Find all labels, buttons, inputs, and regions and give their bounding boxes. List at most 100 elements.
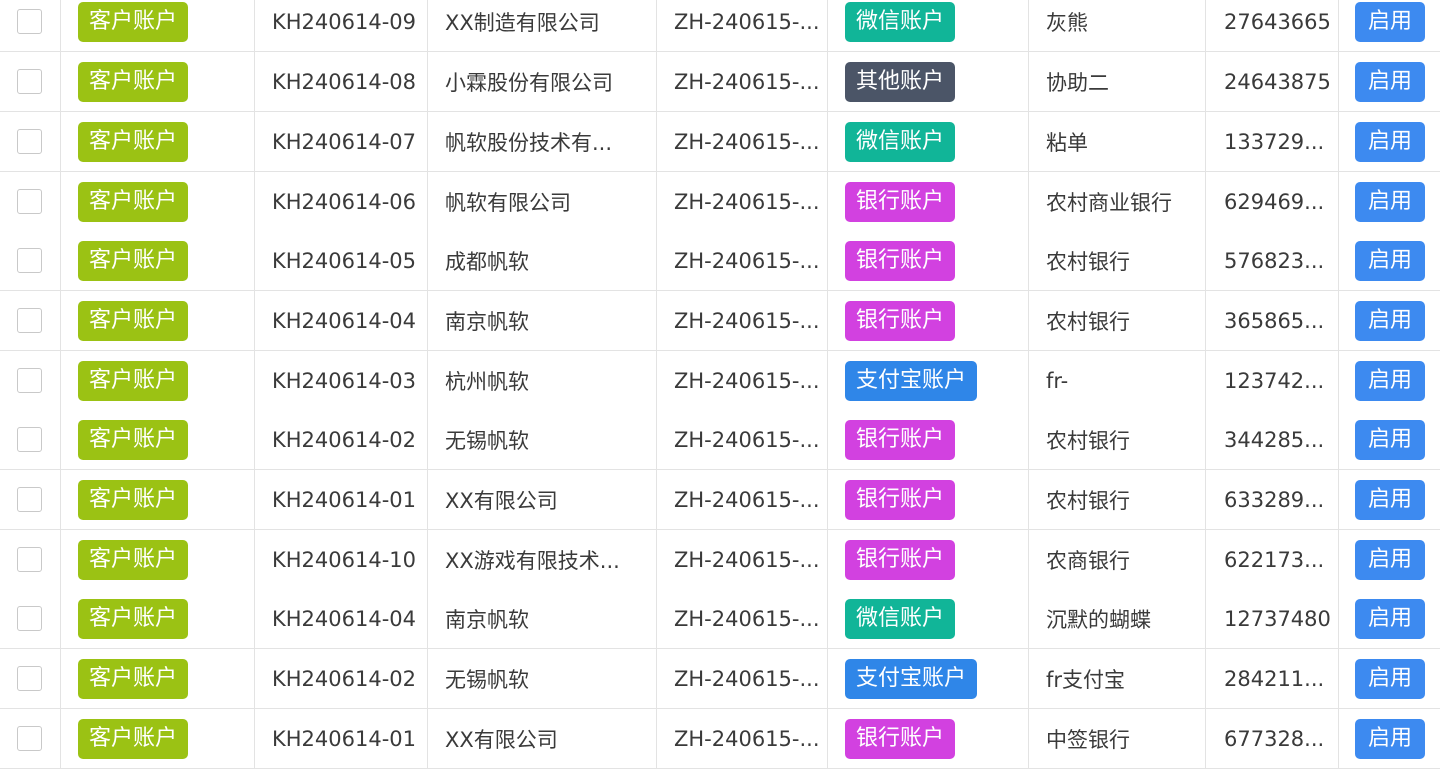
- account-kind-tag: 微信账户: [845, 1, 956, 42]
- action-cell: 启用: [1339, 410, 1440, 469]
- bank-name-cell: 农村银行: [1029, 231, 1206, 290]
- account-kind-tag: 银行账户: [845, 240, 956, 281]
- account-type-cell: 客户账户: [61, 709, 255, 768]
- row-checkbox-cell: [0, 112, 61, 171]
- bank-name-cell: 农村银行: [1029, 410, 1206, 469]
- customer-account-tag: 客户账户: [78, 718, 189, 759]
- table-row[interactable]: 客户账户 KH240614-01 XX有限公司 ZH-240615-... 银行…: [0, 709, 1440, 769]
- enable-button[interactable]: 启用: [1355, 1, 1426, 42]
- bank-name-cell: 协助二: [1029, 52, 1206, 111]
- customer-name-cell: 无锡帆软: [428, 649, 657, 708]
- row-checkbox[interactable]: [17, 308, 42, 333]
- enable-button[interactable]: 启用: [1355, 539, 1426, 580]
- customer-code-cell: KH240614-08: [255, 52, 428, 111]
- account-code-cell: ZH-240615-...: [657, 52, 828, 111]
- table-row[interactable]: 客户账户 KH240614-03 杭州帆软 ZH-240615-... 支付宝账…: [0, 351, 1440, 411]
- enable-button[interactable]: 启用: [1355, 121, 1426, 162]
- account-number: 622173...: [1224, 547, 1325, 572]
- account-number: 284211...: [1224, 666, 1325, 691]
- table-row[interactable]: 客户账户 KH240614-05 成都帆软 ZH-240615-... 银行账户…: [0, 231, 1440, 291]
- customer-code-cell: KH240614-02: [255, 410, 428, 469]
- bank-name: fr支付宝: [1046, 667, 1126, 692]
- bank-name: 农村商业银行: [1046, 190, 1172, 215]
- customer-code-cell: KH240614-04: [255, 589, 428, 648]
- action-cell: 启用: [1339, 231, 1440, 290]
- customer-code-cell: KH240614-02: [255, 649, 428, 708]
- enable-button[interactable]: 启用: [1355, 479, 1426, 520]
- account-code: ZH-240615-...: [674, 189, 820, 214]
- customer-name-cell: XX游戏有限技术...: [428, 530, 657, 589]
- table-row[interactable]: 客户账户 KH240614-09 XX制造有限公司 ZH-240615-... …: [0, 0, 1440, 52]
- account-number: 633289...: [1224, 487, 1325, 512]
- bank-name: 协助二: [1046, 70, 1109, 95]
- customer-name: XX游戏有限技术...: [445, 548, 620, 573]
- account-code: ZH-240615-...: [674, 726, 820, 751]
- account-code-cell: ZH-240615-...: [657, 470, 828, 529]
- table-row[interactable]: 客户账户 KH240614-04 南京帆软 ZH-240615-... 银行账户…: [0, 291, 1440, 351]
- table-row[interactable]: 客户账户 KH240614-02 无锡帆软 ZH-240615-... 银行账户…: [0, 410, 1440, 470]
- enable-button[interactable]: 启用: [1355, 300, 1426, 341]
- table-row[interactable]: 客户账户 KH240614-04 南京帆软 ZH-240615-... 微信账户…: [0, 589, 1440, 649]
- enable-button[interactable]: 启用: [1355, 718, 1426, 759]
- customer-name: 帆软有限公司: [445, 190, 571, 215]
- customer-code-cell: KH240614-07: [255, 112, 428, 171]
- bank-name: 粘单: [1046, 130, 1088, 155]
- row-checkbox[interactable]: [17, 606, 42, 631]
- account-code-cell: ZH-240615-...: [657, 291, 828, 350]
- account-code: ZH-240615-...: [674, 129, 820, 154]
- customer-name: XX有限公司: [445, 488, 558, 513]
- table-row[interactable]: 客户账户 KH240614-07 帆软股份技术有... ZH-240615-..…: [0, 112, 1440, 172]
- table-row[interactable]: 客户账户 KH240614-06 帆软有限公司 ZH-240615-... 银行…: [0, 172, 1440, 232]
- action-cell: 启用: [1339, 589, 1440, 648]
- enable-button[interactable]: 启用: [1355, 240, 1426, 281]
- account-kind-tag: 银行账户: [845, 718, 956, 759]
- row-checkbox-cell: [0, 649, 61, 708]
- table-row[interactable]: 客户账户 KH240614-08 小霖股份有限公司 ZH-240615-... …: [0, 52, 1440, 112]
- account-code: ZH-240615-...: [674, 547, 820, 572]
- customer-code-cell: KH240614-03: [255, 351, 428, 410]
- enable-button[interactable]: 启用: [1355, 598, 1426, 639]
- row-checkbox[interactable]: [17, 547, 42, 572]
- account-number-cell: 344285...: [1206, 410, 1339, 469]
- table-row[interactable]: 客户账户 KH240614-10 XX游戏有限技术... ZH-240615-.…: [0, 530, 1440, 590]
- action-cell: 启用: [1339, 112, 1440, 171]
- row-checkbox[interactable]: [17, 9, 42, 34]
- row-checkbox[interactable]: [17, 487, 42, 512]
- customer-code-cell: KH240614-01: [255, 709, 428, 768]
- customer-name-cell: 杭州帆软: [428, 351, 657, 410]
- customer-name-cell: XX有限公司: [428, 709, 657, 768]
- account-number-cell: 576823...: [1206, 231, 1339, 290]
- bank-name-cell: 农村银行: [1029, 291, 1206, 350]
- account-number-cell: 633289...: [1206, 470, 1339, 529]
- account-type-cell: 客户账户: [61, 470, 255, 529]
- row-checkbox[interactable]: [17, 189, 42, 214]
- table-row[interactable]: 客户账户 KH240614-01 XX有限公司 ZH-240615-... 银行…: [0, 470, 1440, 530]
- account-code: ZH-240615-...: [674, 666, 820, 691]
- customer-account-tag: 客户账户: [78, 1, 189, 42]
- table-row[interactable]: 客户账户 KH240614-02 无锡帆软 ZH-240615-... 支付宝账…: [0, 649, 1440, 709]
- bank-name: fr-: [1046, 368, 1069, 393]
- account-code: ZH-240615-...: [674, 9, 820, 34]
- action-cell: 启用: [1339, 291, 1440, 350]
- customer-code: KH240614-06: [272, 189, 417, 214]
- customer-name-cell: 无锡帆软: [428, 410, 657, 469]
- row-checkbox[interactable]: [17, 726, 42, 751]
- account-type-cell: 客户账户: [61, 410, 255, 469]
- enable-button[interactable]: 启用: [1355, 61, 1426, 102]
- customer-code: KH240614-03: [272, 368, 417, 393]
- account-kind-tag: 支付宝账户: [845, 658, 978, 699]
- row-checkbox[interactable]: [17, 368, 42, 393]
- customer-account-tag: 客户账户: [78, 419, 189, 460]
- account-number: 12737480: [1224, 606, 1331, 631]
- row-checkbox[interactable]: [17, 248, 42, 273]
- enable-button[interactable]: 启用: [1355, 181, 1426, 222]
- enable-button[interactable]: 启用: [1355, 658, 1426, 699]
- account-number: 133729...: [1224, 129, 1325, 154]
- enable-button[interactable]: 启用: [1355, 419, 1426, 460]
- row-checkbox[interactable]: [17, 427, 42, 452]
- account-code-cell: ZH-240615-...: [657, 231, 828, 290]
- enable-button[interactable]: 启用: [1355, 360, 1426, 401]
- row-checkbox[interactable]: [17, 666, 42, 691]
- row-checkbox[interactable]: [17, 129, 42, 154]
- row-checkbox[interactable]: [17, 69, 42, 94]
